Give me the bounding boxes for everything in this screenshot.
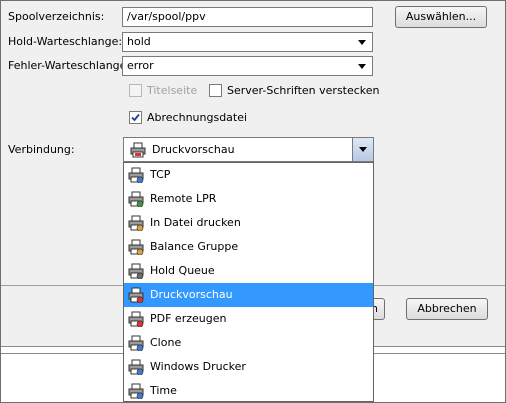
title-page-checkbox[interactable] [129,84,142,97]
error-queue-label: Fehler-Warteschlange: [8,59,131,72]
printer-pdf-icon [128,311,144,330]
hold-queue-value: hold [127,35,151,48]
hide-server-fonts-label: Server-Schriften verstecken [227,84,380,97]
connection-select[interactable]: Druckvorschau [123,137,374,162]
printer-network-icon [128,167,144,186]
dropdown-item-label: Hold Queue [150,264,215,277]
dropdown-item[interactable]: Hold Queue [124,259,373,283]
connection-value: Druckvorschau [152,143,235,156]
printer-file-icon [128,215,144,234]
error-queue-value: error [127,59,154,72]
dropdown-item-label: Time [150,384,177,397]
dropdown-item[interactable]: Druckvorschau [124,283,373,307]
dropdown-item-label: Clone [150,336,182,349]
printer-preview-icon [128,287,144,306]
error-queue-select[interactable]: error [122,56,373,76]
spool-directory-label: Spoolverzeichnis: [8,10,105,23]
title-page-label: Titelseite [147,84,198,97]
hold-queue-select[interactable]: hold [122,32,373,52]
dropdown-item-label: Balance Gruppe [150,240,239,253]
dropdown-item[interactable]: In Datei drucken [124,211,373,235]
dropdown-item-label: In Datei drucken [150,216,241,229]
dropdown-item[interactable]: TCP [124,163,373,187]
dropdown-item-label: Remote LPR [150,192,217,205]
billing-file-label: Abrechnungsdatei [147,111,248,124]
printer-windows-icon [128,359,144,378]
printer-remote-icon [128,191,144,210]
dropdown-item[interactable]: Clone [124,331,373,355]
chevron-down-icon [359,147,367,152]
printer-clone-icon [128,335,144,354]
billing-file-checkbox[interactable] [129,111,142,124]
checkmark-icon [131,113,140,122]
browse-button[interactable]: Auswählen... [395,6,487,28]
dropdown-item-label: TCP [150,168,171,181]
dropdown-item-label: PDF erzeugen [150,312,227,325]
dropdown-item-label: Druckvorschau [150,288,233,301]
dropdown-item[interactable]: Balance Gruppe [124,235,373,259]
printer-group-icon [128,239,144,258]
chevron-down-icon [358,64,366,69]
dropdown-item[interactable]: Windows Drucker [124,355,373,379]
spool-directory-input[interactable]: /var/spool/ppv [122,7,373,27]
hold-queue-label: Hold-Warteschlange: [8,35,123,48]
printer-time-icon [128,383,144,402]
dropdown-item[interactable]: PDF erzeugen [124,307,373,331]
connection-dropdown-button[interactable] [352,138,373,161]
connection-label: Verbindung: [8,143,75,156]
dialog-window: Spoolverzeichnis: /var/spool/ppv Auswähl… [0,0,506,403]
hide-server-fonts-checkbox[interactable] [209,84,222,97]
chevron-down-icon [358,40,366,45]
connection-dropdown-list: TCP Remote LPR In Datei drucken Balance Gru… [123,162,374,402]
printer-hold-icon [128,263,144,282]
dropdown-item[interactable]: Remote LPR [124,187,373,211]
dropdown-item-label: Windows Drucker [150,360,246,373]
printer-preview-icon [130,142,146,158]
cancel-button[interactable]: Abbrechen [406,298,488,320]
dropdown-item[interactable]: Time [124,379,373,403]
